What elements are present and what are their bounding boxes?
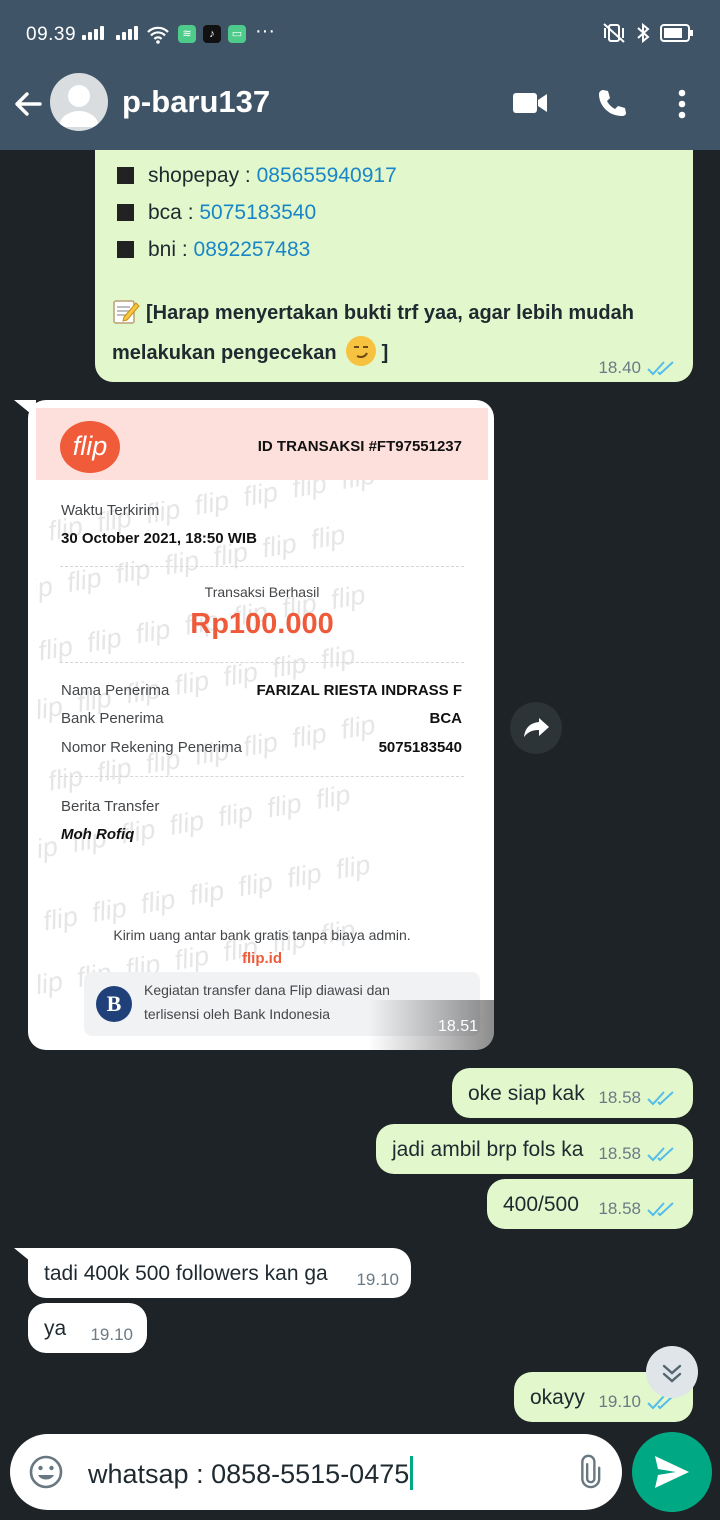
back-arrow-icon[interactable]	[12, 88, 44, 120]
transaction-status: Transaksi Berhasil	[204, 584, 320, 600]
message-out[interactable]: 400/500 18.58	[487, 1179, 693, 1229]
chevron-down-icon	[662, 1364, 682, 1383]
message-time: 18.58	[598, 1088, 641, 1107]
bullet-icon	[117, 204, 134, 221]
receipt-header: flip ID TRANSAKSI #FT97551237	[36, 408, 488, 480]
bca-label: bca :	[148, 201, 200, 224]
sent-time-label: Waktu Terkirim	[61, 502, 160, 519]
message-time: 18.51	[437, 1018, 478, 1035]
app-notification-icon: ≋	[178, 25, 196, 43]
message-time: 18.40	[598, 358, 641, 377]
bullet-icon	[117, 167, 134, 184]
signal-icon	[82, 26, 104, 40]
bni-number-link[interactable]: 0892257483	[194, 238, 311, 261]
memo-icon	[112, 298, 140, 324]
text-cursor	[410, 1456, 414, 1490]
message-out[interactable]: oke siap kak 18.58	[452, 1068, 693, 1118]
message-text: ya	[44, 1317, 67, 1340]
message-time: 19.10	[90, 1325, 133, 1344]
avatar[interactable]	[50, 73, 108, 131]
forward-icon	[524, 718, 549, 737]
account-label: Nomor Rekening Penerima	[61, 739, 242, 756]
message-text: oke siap kak	[468, 1082, 585, 1105]
message-time: 19.10	[598, 1392, 641, 1411]
message-out[interactable]: jadi ambil brp fols ka 18.58	[376, 1124, 693, 1174]
tiktok-icon: ♪	[203, 25, 221, 43]
message-text: 400/500	[503, 1193, 579, 1216]
send-icon	[655, 1456, 689, 1488]
bi-line1: Kegiatan transfer dana Flip diawasi dan	[144, 982, 390, 998]
more-notifications-icon: ···	[255, 20, 275, 42]
signal-2-icon	[116, 26, 138, 40]
receipt-footer: Kirim uang antar bank gratis tanpa biaya…	[113, 927, 411, 943]
status-time: 09.39	[26, 24, 77, 45]
message-text: jadi ambil brp fols ka	[392, 1138, 584, 1161]
account-value: 5075183540	[378, 739, 462, 756]
bullet-icon	[117, 241, 134, 258]
bank-label: Bank Penerima	[61, 710, 164, 727]
video-call-icon[interactable]	[512, 91, 548, 115]
status-bar: 09.39 ≋ ♪ ▭ ···	[0, 0, 720, 70]
recipient-label: Nama Penerima	[61, 682, 170, 699]
wifi-icon	[147, 26, 169, 44]
battery-icon	[660, 24, 693, 42]
note-end: ]	[376, 342, 389, 364]
message-text: tadi 400k 500 followers kan ga	[44, 1262, 328, 1285]
message-in[interactable]: ya 19.10	[28, 1303, 147, 1353]
message-time: 19.10	[356, 1270, 399, 1289]
bni-label: bni :	[148, 238, 194, 261]
transfer-note-value: Moh Rofiq	[61, 826, 135, 843]
smirk-emoji-icon	[346, 336, 377, 366]
read-ticks-icon	[647, 1147, 674, 1162]
message-time: 18.58	[598, 1199, 641, 1218]
emoji-icon[interactable]	[28, 1454, 64, 1490]
transaction-id: ID TRANSAKSI #FT97551237	[257, 438, 462, 455]
more-vert-icon[interactable]	[676, 88, 688, 120]
phone-icon[interactable]	[596, 87, 628, 119]
read-ticks-icon	[647, 1091, 674, 1106]
bca-number-link[interactable]: 5075183540	[199, 201, 316, 224]
bank-value: BCA	[429, 710, 463, 727]
flip-receipt[interactable]: flip flip flip flip flip flip flip flip …	[36, 408, 488, 1044]
bank-indonesia-logo: B	[96, 986, 132, 1022]
transfer-note-label: Berita Transfer	[61, 798, 160, 815]
flip-logo: flip	[60, 421, 120, 473]
shopepay-label: shopepay :	[148, 164, 257, 187]
note-text-line2: melakukan pengecekan	[112, 342, 337, 364]
bi-line2: terlisensi oleh Bank Indonesia	[144, 1006, 331, 1022]
message-text: okayy	[530, 1386, 585, 1409]
message-composer[interactable]: whatsap : 0858-5515-0475	[10, 1434, 622, 1510]
send-button[interactable]	[632, 1432, 712, 1512]
scroll-to-bottom-button[interactable]	[646, 1346, 698, 1398]
bluetooth-icon	[637, 22, 650, 44]
read-ticks-icon	[647, 361, 674, 376]
contact-name[interactable]: p-baru137	[122, 84, 270, 120]
flip-link[interactable]: flip.id	[36, 950, 488, 967]
chat-notification-icon: ▭	[228, 25, 246, 43]
chat-header: p-baru137	[0, 70, 720, 150]
sent-time-value: 30 October 2021, 18:50 WIB	[61, 530, 257, 547]
forward-button[interactable]	[510, 702, 562, 754]
note-text-line1: [Harap menyertakan bukti trf yaa, agar l…	[146, 302, 634, 324]
message-list[interactable]: shopepay : 085655940917 bca : 5075183540…	[0, 150, 720, 1430]
message-receipt-image[interactable]: flip flip flip flip flip flip flip flip …	[28, 400, 494, 1050]
vibrate-off-icon	[603, 23, 625, 43]
message-input[interactable]: whatsap : 0858-5515-0475	[88, 1456, 414, 1490]
shopepay-number-link[interactable]: 085655940917	[257, 164, 397, 187]
message-payment-info[interactable]: shopepay : 085655940917 bca : 5075183540…	[95, 150, 693, 382]
message-time: 18.58	[598, 1144, 641, 1163]
read-ticks-icon	[647, 1202, 674, 1217]
attach-icon[interactable]	[566, 1452, 606, 1492]
recipient-value: FARIZAL RIESTA INDRASS F	[256, 682, 462, 699]
message-in[interactable]: tadi 400k 500 followers kan ga 19.10	[28, 1248, 411, 1298]
message-input-text: whatsap : 0858-5515-0475	[88, 1459, 410, 1489]
transaction-amount: Rp100.000	[190, 608, 334, 640]
